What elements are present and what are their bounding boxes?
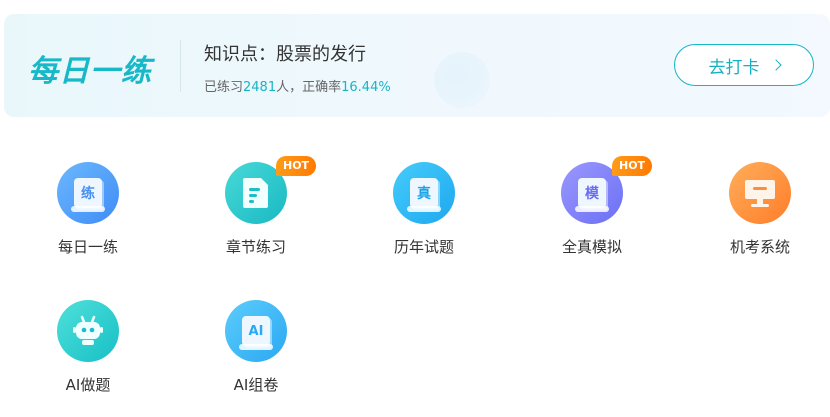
- stats-mid: 人，正确率: [276, 80, 342, 95]
- banner-decoration: [434, 52, 490, 108]
- banner-title: 每日一练: [28, 54, 152, 89]
- feature-computer-exam[interactable]: 机考系统: [699, 156, 819, 266]
- feature-label: 机考系统: [729, 238, 790, 256]
- checkin-button-label: 去打卡: [708, 57, 760, 78]
- feature-ai-practice[interactable]: AI做题: [27, 294, 147, 404]
- past-exams-icon: 真: [393, 162, 455, 224]
- practice-stats: 已练习2481人，正确率16.44%: [204, 76, 391, 95]
- hot-badge: HOT: [612, 156, 653, 176]
- feature-label: AI做题: [65, 376, 111, 394]
- feature-label: 历年试题: [393, 238, 454, 256]
- ai-paper-icon: AI: [225, 300, 287, 362]
- accuracy-rate: 16.44%: [341, 80, 391, 95]
- feature-chapter-practice[interactable]: HOT 章节练习: [195, 156, 317, 266]
- feature-label: 全真模拟: [561, 238, 622, 256]
- feature-label: AI组卷: [233, 376, 279, 394]
- daily-practice-icon: 练: [57, 162, 119, 224]
- checkin-button[interactable]: 去打卡: [674, 44, 814, 86]
- feature-label: 每日一练: [57, 238, 118, 256]
- computer-monitor-icon: [729, 162, 791, 224]
- knowledge-point-label: 知识点：股票的发行: [204, 44, 366, 65]
- feature-daily-practice[interactable]: 练 每日一练: [27, 156, 147, 266]
- daily-practice-banner: 每日一练 知识点：股票的发行 已练习2481人，正确率16.44% 去打卡: [4, 14, 830, 117]
- feature-mock-exam[interactable]: 模 HOT 全真模拟: [531, 156, 653, 266]
- banner-divider: [180, 40, 181, 92]
- feature-ai-paper[interactable]: AI AI组卷: [195, 294, 315, 404]
- stats-prefix: 已练习: [204, 80, 244, 95]
- feature-label: 章节练习: [225, 238, 286, 256]
- feature-past-exams[interactable]: 真 历年试题: [363, 156, 483, 266]
- practice-count: 2481: [243, 80, 277, 95]
- robot-icon: [57, 300, 119, 362]
- chevron-right-icon: [769, 59, 782, 71]
- hot-badge: HOT: [276, 156, 317, 176]
